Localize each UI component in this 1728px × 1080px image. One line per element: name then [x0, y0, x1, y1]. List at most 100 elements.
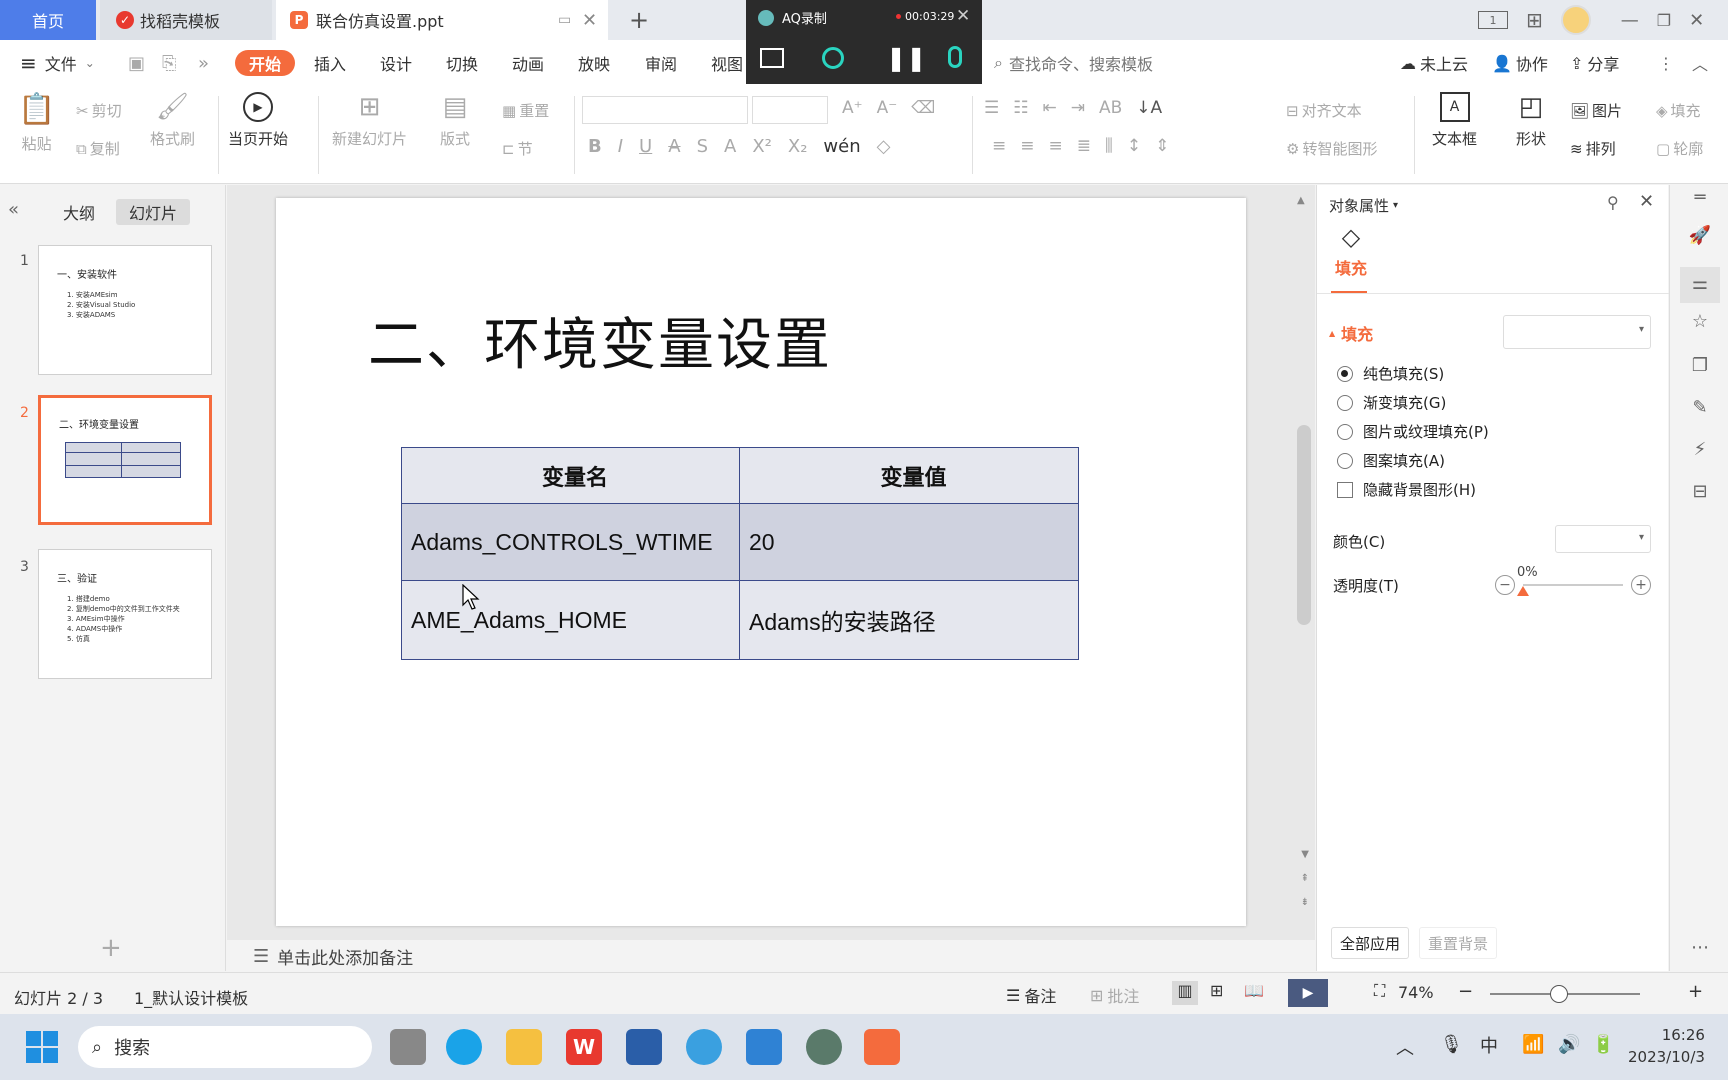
table-cell[interactable]: 20: [739, 503, 1079, 581]
scroll-down-icon[interactable]: ▼: [1301, 849, 1309, 860]
ime-indicator[interactable]: 中: [1480, 1032, 1498, 1058]
transparency-slider[interactable]: [1517, 584, 1623, 596]
pattern-fill-radio[interactable]: 图案填充(A): [1337, 450, 1445, 471]
share-button[interactable]: ⇪ 分享: [1570, 40, 1619, 86]
star-icon[interactable]: ☆: [1688, 311, 1712, 335]
edge-browser-icon[interactable]: [446, 1029, 482, 1065]
color-picker[interactable]: ▾: [1555, 525, 1651, 553]
copy-button[interactable]: ⧉ 复制: [76, 138, 120, 159]
table-cell[interactable]: AME_Adams_HOME: [401, 580, 740, 660]
pin-icon[interactable]: ⚲: [1607, 193, 1619, 212]
fill-section-header[interactable]: ▲ 填充: [1329, 321, 1373, 345]
minimize-icon[interactable]: —: [1621, 10, 1639, 31]
tab-home[interactable]: 首页: [0, 0, 96, 40]
panel-title[interactable]: 对象属性 ▾: [1329, 195, 1398, 216]
book-icon[interactable]: ⊟: [1688, 481, 1712, 505]
new-slide-button[interactable]: ⊞ 新建幻灯片: [332, 92, 407, 149]
magic-icon[interactable]: ✎: [1688, 397, 1712, 421]
line-spacing-icon[interactable]: ↕: [1127, 136, 1141, 156]
textbox-button[interactable]: A 文本框: [1432, 92, 1477, 149]
task-view-icon[interactable]: [390, 1029, 426, 1065]
reset-background-button[interactable]: 重置背景: [1419, 927, 1498, 959]
slide-title[interactable]: 二、环境变量设置: [368, 300, 832, 381]
decrease-font-icon[interactable]: A⁻: [877, 98, 898, 118]
section-button[interactable]: ⊏ 节: [502, 138, 533, 159]
tab-docer[interactable]: ✓ 找稻壳模板: [100, 0, 272, 40]
slides-tab[interactable]: 幻灯片: [116, 199, 190, 225]
close-panel-icon[interactable]: ✕: [1639, 191, 1654, 212]
bold-icon[interactable]: B: [588, 136, 602, 157]
microphone-icon[interactable]: 🎙: [1440, 1034, 1463, 1055]
tray-expand-icon[interactable]: ︿: [1396, 1034, 1414, 1060]
pinyin-icon[interactable]: wén: [823, 136, 860, 157]
increase-font-icon[interactable]: A⁺: [842, 98, 863, 118]
decrease-indent-icon[interactable]: ⇤: [1043, 98, 1057, 118]
clear-format-icon[interactable]: ⌫: [911, 98, 935, 118]
tab-document[interactable]: P 联合仿真设置.ppt ▭ ✕: [276, 0, 608, 40]
page-view-icon[interactable]: 1: [1478, 11, 1508, 29]
slide-thumbnail-3[interactable]: 三、验证 1. 搭建demo 2. 复制demo中的文件到工作文件夹 3. AM…: [38, 549, 212, 679]
solid-fill-radio[interactable]: 纯色填充(S): [1337, 363, 1444, 384]
shape-button[interactable]: ◰ 形状: [1516, 92, 1546, 149]
menu-tab-design[interactable]: 设计: [380, 40, 412, 86]
shadow-icon[interactable]: S: [697, 136, 708, 157]
menu-tab-view[interactable]: 视图: [711, 40, 743, 86]
wifi-icon[interactable]: 📶: [1522, 1034, 1544, 1055]
zoom-level[interactable]: 74%: [1398, 983, 1434, 1002]
distribute-icon[interactable]: ⫼: [1105, 136, 1113, 156]
menu-tab-animation[interactable]: 动画: [512, 40, 544, 86]
increase-indent-icon[interactable]: ⇥: [1071, 98, 1085, 118]
slide-thumbnail-1[interactable]: 一、安装软件 1. 安装AMEsim 2. 安装Visual Studio 3.…: [38, 245, 212, 375]
windows-start-icon[interactable]: [26, 1031, 58, 1063]
font-family-select[interactable]: [582, 96, 748, 124]
volume-icon[interactable]: 🔊: [1558, 1034, 1580, 1055]
rocket-icon[interactable]: 🚀: [1688, 225, 1712, 249]
record-icon[interactable]: [822, 47, 844, 69]
new-tab-button[interactable]: +: [624, 0, 654, 40]
zoom-slider[interactable]: [1490, 985, 1640, 1003]
increase-transparency-icon[interactable]: +: [1631, 575, 1651, 595]
microphone-icon[interactable]: [948, 46, 962, 68]
slider-thumb[interactable]: [1517, 586, 1529, 596]
sorter-view-icon[interactable]: ⊞: [1210, 981, 1223, 1000]
layout-button[interactable]: ▤ 版式: [440, 92, 470, 149]
scroll-up-icon[interactable]: ▲: [1297, 195, 1309, 206]
align-center-icon[interactable]: ≡: [1020, 136, 1034, 156]
fill-type-select[interactable]: ▾: [1503, 315, 1651, 349]
collapse-ribbon-icon[interactable]: ︿: [1692, 40, 1708, 86]
table-header-cell[interactable]: 变量值: [739, 447, 1079, 504]
taskbar-search[interactable]: ⌕ 搜索: [78, 1026, 372, 1068]
restore-icon[interactable]: ❐: [1657, 11, 1671, 30]
italic-icon[interactable]: I: [618, 136, 623, 157]
wps-presentation-icon[interactable]: [864, 1029, 900, 1065]
file-menu[interactable]: ≡ 文件 ⌄: [20, 40, 95, 86]
collab-button[interactable]: 👤 协作: [1492, 40, 1548, 86]
collapse-pane-icon[interactable]: «: [8, 199, 19, 220]
reset-button[interactable]: ▦ 重置: [502, 100, 549, 121]
align-text-button[interactable]: ⊟ 对齐文本: [1286, 100, 1362, 121]
arrange-button[interactable]: ≋ 排列: [1570, 138, 1616, 159]
close-tab-icon[interactable]: ✕: [582, 10, 597, 31]
zoom-out-icon[interactable]: −: [1458, 981, 1473, 1002]
clock[interactable]: 16:26 2023/10/3: [1628, 1024, 1705, 1068]
text-direction-icon[interactable]: AB: [1099, 98, 1122, 118]
paste-button[interactable]: 📋 粘贴: [18, 92, 55, 154]
format-painter-button[interactable]: 🖌 格式刷: [150, 92, 195, 149]
window-icon[interactable]: ▭: [558, 12, 571, 28]
recorder-app-icon[interactable]: [806, 1029, 842, 1065]
lightning-icon[interactable]: ⚡: [1688, 439, 1712, 463]
strikethrough-icon[interactable]: A: [668, 136, 680, 157]
gradient-fill-radio[interactable]: 渐变填充(G): [1337, 392, 1446, 413]
slideshow-play-button[interactable]: ▶: [1288, 979, 1328, 1007]
menu-tab-transition[interactable]: 切换: [446, 40, 478, 86]
avatar[interactable]: [1560, 5, 1591, 35]
more-icon[interactable]: ⋮: [1658, 40, 1674, 86]
save-icon[interactable]: ▣: [128, 40, 145, 86]
cut-button[interactable]: ✂ 剪切: [76, 100, 122, 121]
convert-smartart-button[interactable]: ⚙ 转智能图形: [1286, 138, 1377, 159]
file-explorer-icon[interactable]: [506, 1029, 542, 1065]
font-color-icon[interactable]: A: [724, 136, 736, 157]
wps-office-icon[interactable]: W: [566, 1029, 602, 1065]
play-current-button[interactable]: ▶ 当页开始: [228, 92, 288, 149]
underline-icon[interactable]: U: [639, 136, 652, 157]
